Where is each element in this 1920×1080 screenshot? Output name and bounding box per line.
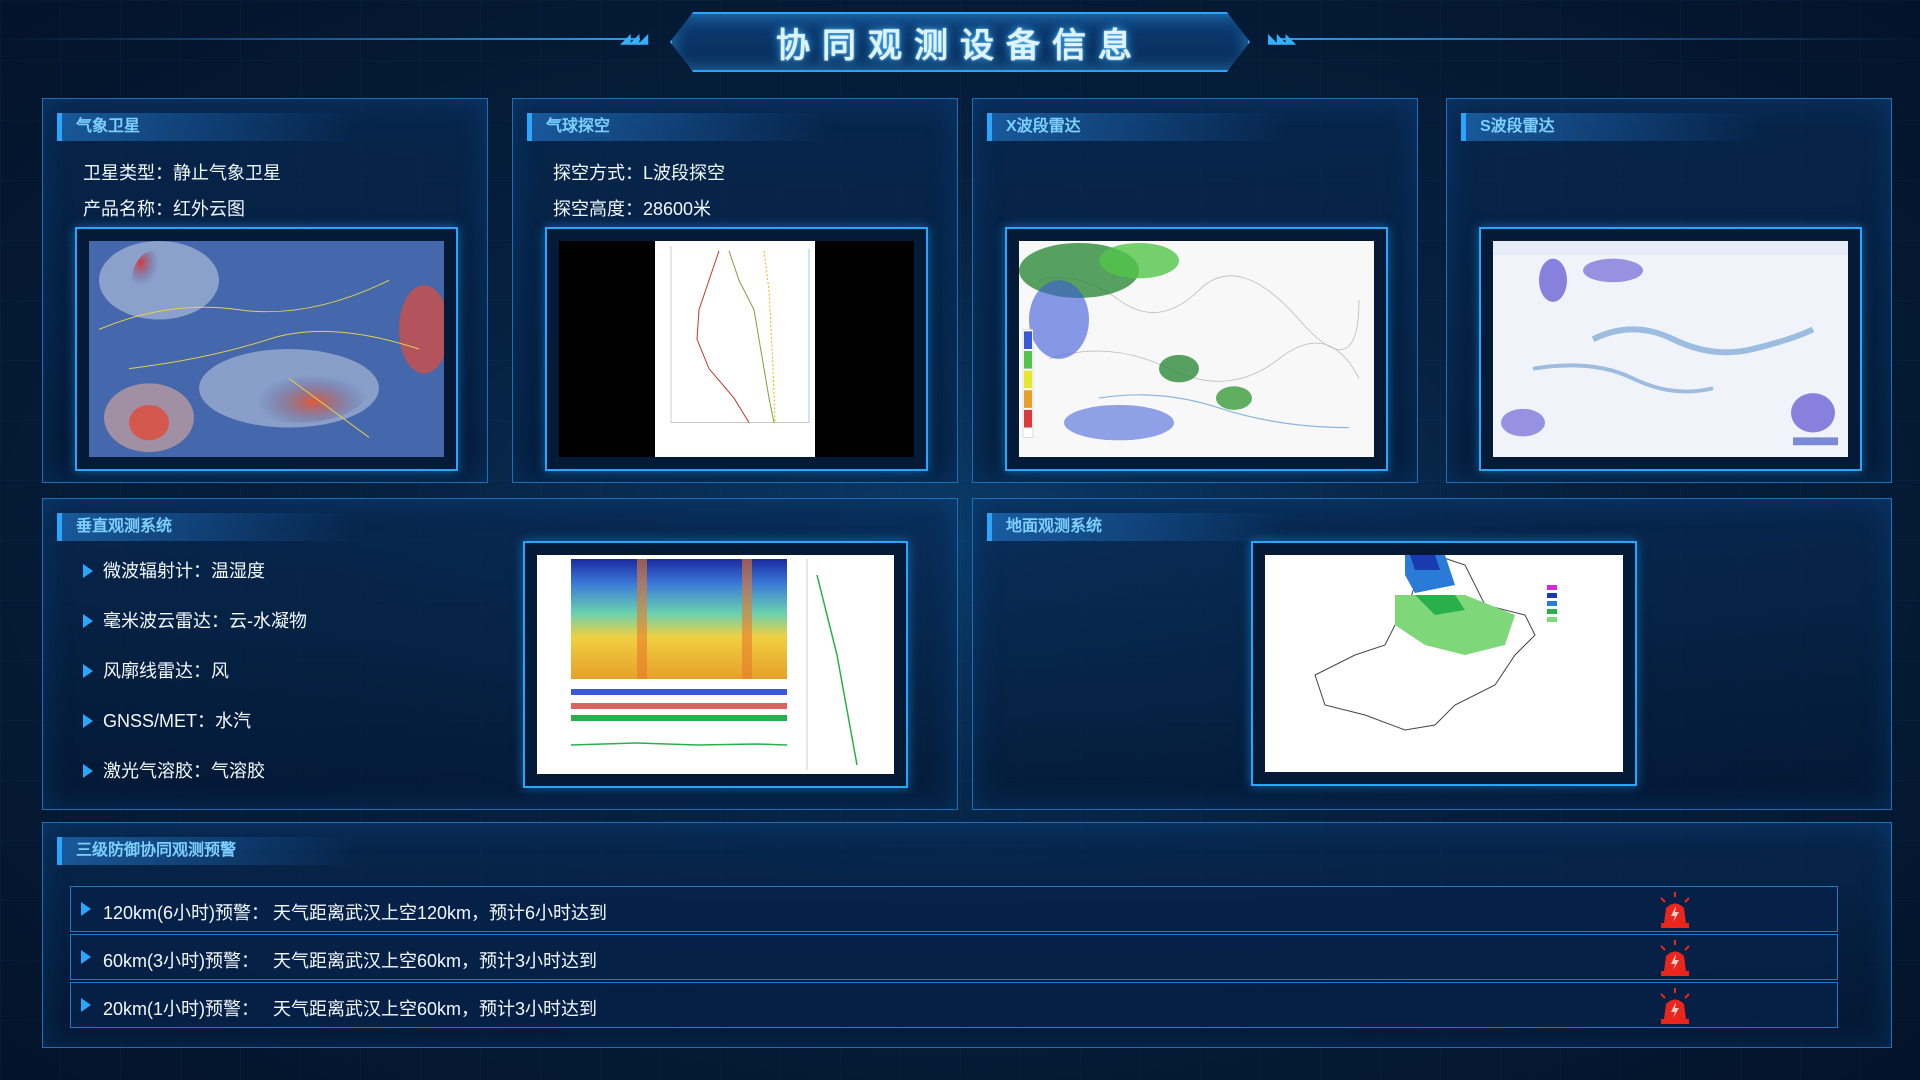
chevron-right-icon: ◣◣◣ bbox=[1268, 30, 1296, 46]
sounding-profile-image bbox=[559, 241, 914, 457]
warning-row-20km[interactable]: 20km(1小时)预警： 天气距离武汉上空60km，预计3小时达到 bbox=[70, 982, 1838, 1028]
alarm-light-icon bbox=[1660, 940, 1690, 976]
title-plate: 协同观测设备信息 bbox=[670, 12, 1250, 72]
ground-rainfall-map-image bbox=[1265, 555, 1623, 772]
warning-row-60km[interactable]: 60km(3小时)预警： 天气距离武汉上空60km，预计3小时达到 bbox=[70, 934, 1838, 980]
x-radar-image-frame[interactable] bbox=[1005, 227, 1388, 471]
info-line-product-name: 产品名称：红外云图 bbox=[83, 195, 245, 221]
info-key: 探空方式： bbox=[553, 163, 643, 183]
list-item-lidar-aerosol[interactable]: 激光气溶胶：气溶胶 bbox=[83, 759, 265, 783]
sounding-image-frame[interactable] bbox=[545, 227, 928, 471]
list-item-label: 微波辐射计：温湿度 bbox=[103, 561, 265, 581]
triangle-bullet-icon bbox=[83, 714, 93, 728]
vertical-chart-frame[interactable] bbox=[523, 541, 908, 788]
ground-map-frame[interactable] bbox=[1251, 541, 1637, 786]
info-value: 28600米 bbox=[643, 199, 712, 219]
list-item-cloud-radar[interactable]: 毫米波云雷达：云-水凝物 bbox=[83, 609, 307, 633]
panel-title: 气球探空 bbox=[527, 113, 827, 141]
x-radar-map-image bbox=[1019, 241, 1374, 457]
warning-text: 天气距离武汉上空60km，预计3小时达到 bbox=[273, 951, 598, 971]
list-item-label: 毫米波云雷达：云-水凝物 bbox=[103, 611, 307, 631]
panel-title: 垂直观测系统 bbox=[57, 513, 357, 541]
triangle-bullet-icon bbox=[83, 564, 93, 578]
s-radar-map-image bbox=[1493, 241, 1848, 457]
panel-balloon: 气球探空 探空方式：L波段探空 探空高度：28600米 bbox=[512, 98, 958, 483]
warning-label: 20km(1小时)预警： bbox=[103, 999, 260, 1019]
panel-title: 气象卫星 bbox=[57, 113, 357, 141]
panel-ground-observation: 地面观测系统 bbox=[972, 498, 1892, 810]
panel-x-band-radar: X波段雷达 bbox=[972, 98, 1418, 483]
triangle-bullet-icon bbox=[81, 902, 91, 916]
panel-title: X波段雷达 bbox=[987, 113, 1287, 141]
triangle-bullet-icon bbox=[83, 614, 93, 628]
info-value: 静止气象卫星 bbox=[173, 163, 281, 183]
panel-title: 地面观测系统 bbox=[987, 513, 1287, 541]
list-item-label: 激光气溶胶：气溶胶 bbox=[103, 761, 265, 781]
triangle-bullet-icon bbox=[81, 998, 91, 1012]
chevron-left-icon: ◢◢◢ bbox=[620, 30, 648, 46]
info-line-sounding-method: 探空方式：L波段探空 bbox=[553, 159, 725, 185]
triangle-bullet-icon bbox=[83, 664, 93, 678]
panel-title: S波段雷达 bbox=[1461, 113, 1761, 141]
satellite-cloud-image bbox=[89, 241, 444, 457]
info-key: 卫星类型： bbox=[83, 163, 173, 183]
info-value: L波段探空 bbox=[643, 163, 726, 183]
warning-label: 60km(3小时)预警： bbox=[103, 951, 260, 971]
panel-satellite: 气象卫星 卫星类型：静止气象卫星 产品名称：红外云图 bbox=[42, 98, 488, 483]
warning-label: 120km(6小时)预警： bbox=[103, 903, 270, 923]
triangle-bullet-icon bbox=[81, 950, 91, 964]
warning-text: 天气距离武汉上空120km，预计6小时达到 bbox=[273, 903, 608, 923]
warning-text: 天气距离武汉上空60km，预计3小时达到 bbox=[273, 999, 598, 1019]
s-radar-image-frame[interactable] bbox=[1479, 227, 1862, 471]
list-item-gnss-met[interactable]: GNSS/MET：水汽 bbox=[83, 709, 251, 733]
info-line-satellite-type: 卫星类型：静止气象卫星 bbox=[83, 159, 281, 185]
list-item-wind-profiler[interactable]: 风廓线雷达：风 bbox=[83, 659, 229, 683]
info-key: 探空高度： bbox=[553, 199, 643, 219]
page-header: ◢◢◢ ◣◣◣ 协同观测设备信息 bbox=[0, 0, 1920, 80]
panel-vertical-observation: 垂直观测系统 微波辐射计：温湿度 毫米波云雷达：云-水凝物 风廓线雷达：风 GN… bbox=[42, 498, 958, 810]
list-item-microwave-radiometer[interactable]: 微波辐射计：温湿度 bbox=[83, 559, 265, 583]
triangle-bullet-icon bbox=[83, 764, 93, 778]
info-line-sounding-height: 探空高度：28600米 bbox=[553, 195, 711, 221]
satellite-image-frame[interactable] bbox=[75, 227, 458, 471]
alarm-light-icon bbox=[1660, 892, 1690, 928]
list-item-label: 风廓线雷达：风 bbox=[103, 661, 229, 681]
warning-row-120km[interactable]: 120km(6小时)预警： 天气距离武汉上空120km，预计6小时达到 bbox=[70, 886, 1838, 932]
info-value: 红外云图 bbox=[173, 199, 245, 219]
info-key: 产品名称： bbox=[83, 199, 173, 219]
alarm-light-icon bbox=[1660, 988, 1690, 1024]
panel-title: 三级防御协同观测预警 bbox=[57, 837, 357, 865]
header-line-left bbox=[0, 38, 640, 40]
header-line-right bbox=[1280, 38, 1920, 40]
list-item-label: GNSS/MET：水汽 bbox=[103, 711, 252, 731]
vertical-profile-image bbox=[537, 555, 894, 774]
page-title: 协同观测设备信息 bbox=[776, 26, 1144, 65]
panel-s-band-radar: S波段雷达 bbox=[1446, 98, 1892, 483]
